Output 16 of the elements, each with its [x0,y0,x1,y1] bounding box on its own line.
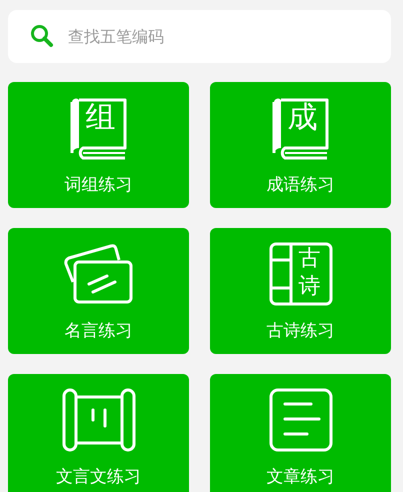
document-icon [268,388,332,452]
practice-tile[interactable]: 名言练习 [8,228,189,354]
icon-glyph: 组 [86,103,116,133]
practice-tile[interactable]: 文言文练习 [8,374,189,492]
icon-glyph: 古 [298,248,320,270]
practice-tile[interactable]: 组 词组练习 [8,82,189,208]
search-field[interactable]: 查找五笔编码 [8,10,391,63]
cards-icon [62,242,134,306]
icon-glyph: 诗 [298,276,320,298]
search-icon [30,24,54,48]
practice-tile[interactable]: 成 成语练习 [210,82,391,208]
icon-glyph: 成 [288,103,318,133]
poem-icon [268,242,332,306]
practice-tile[interactable]: 文章练习 [210,374,391,492]
scroll-icon [62,388,136,452]
practice-tile[interactable]: 古 诗 古诗练习 [210,228,391,354]
